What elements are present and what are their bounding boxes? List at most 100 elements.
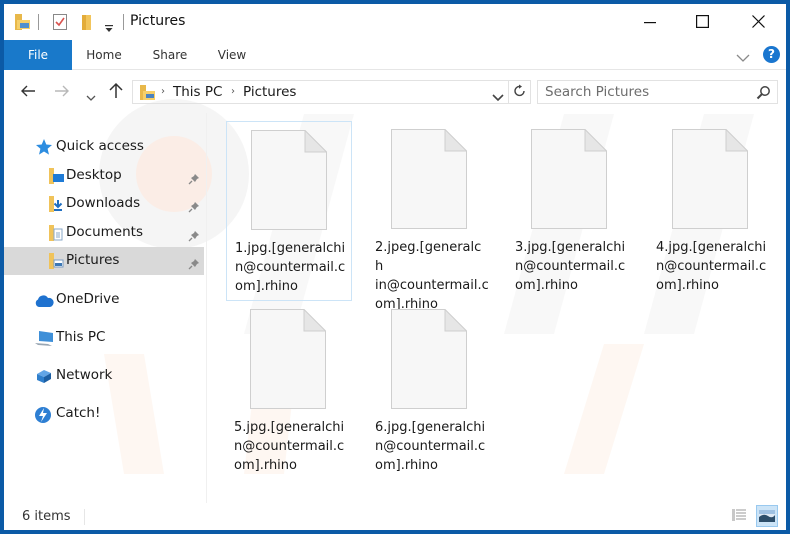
pin-icon[interactable] <box>188 255 200 274</box>
expand-ribbon-chevron-icon[interactable] <box>736 48 750 67</box>
file-explorer-window: Pictures File Home Share View ? › This P… <box>0 0 790 534</box>
qat-separator <box>38 14 39 30</box>
sidebar-label: Pictures <box>66 252 120 268</box>
close-icon <box>751 13 765 32</box>
sidebar-label: This PC <box>56 329 106 345</box>
file-name-line: 2.jpeg.[generalch <box>375 240 482 274</box>
file-name-line: 5.jpg.[generalchi <box>234 420 345 435</box>
close-button[interactable] <box>735 4 781 40</box>
file-name-line: 4.jpg.[generalchi <box>656 240 767 255</box>
sidebar-label: Desktop <box>66 167 122 183</box>
sidebar-item-quick-access[interactable]: Quick access <box>4 133 204 161</box>
blank-file-icon <box>531 129 607 229</box>
file-name: 5.jpg.[generalchi n@countermail.c om].rhin… <box>234 418 348 475</box>
file-item[interactable]: 3.jpg.[generalchi n@countermail.c om].rhin… <box>507 121 633 301</box>
search-placeholder: Search Pictures <box>545 84 650 100</box>
back-arrow-icon[interactable] <box>20 83 36 102</box>
file-item[interactable]: 1.jpg.[generalchi n@countermail.c om].rhin… <box>226 121 352 301</box>
item-count: 6 items <box>22 509 71 524</box>
sidebar-item-documents[interactable]: Documents <box>4 219 204 247</box>
file-item[interactable]: 6.jpg.[generalchi n@countermail.c om].rhin… <box>367 301 493 481</box>
blank-file-icon <box>672 129 748 229</box>
ribbon-tabs: File Home Share View ? <box>4 40 786 70</box>
catch-icon <box>34 406 52 428</box>
file-name-line: om].rhino <box>515 278 578 293</box>
window-title: Pictures <box>130 13 186 29</box>
minimize-icon <box>644 13 656 32</box>
blank-file-icon <box>391 309 467 409</box>
sidebar-label: Catch! <box>56 405 101 421</box>
status-bar: 6 items <box>4 503 786 530</box>
tab-share[interactable]: Share <box>144 40 196 70</box>
file-name-line: n@countermail.c <box>235 260 346 275</box>
maximize-button[interactable] <box>679 4 725 40</box>
large-icons-view-button[interactable] <box>756 505 778 527</box>
file-name-line: n@countermail.c <box>656 259 767 274</box>
navigation-pane: Quick access Desktop Downloads Documents <box>4 113 206 503</box>
downloads-folder-icon <box>48 196 64 216</box>
breadcrumb-chevron-icon: › <box>161 86 165 97</box>
file-item[interactable]: 5.jpg.[generalchi n@countermail.c om].rhin… <box>226 301 352 481</box>
refresh-icon <box>513 83 527 102</box>
customize-dropdown-icon[interactable] <box>104 18 114 37</box>
sidebar-item-downloads[interactable]: Downloads <box>4 190 204 218</box>
forward-arrow-icon[interactable] <box>54 83 70 102</box>
file-name-line: om].rhino <box>375 458 438 473</box>
sidebar-item-network[interactable]: Network <box>4 362 204 390</box>
sidebar-item-catch[interactable]: Catch! <box>4 400 204 428</box>
pin-icon[interactable] <box>188 198 200 217</box>
file-name-line: 3.jpg.[generalchi <box>515 240 626 255</box>
breadcrumb-chevron-icon: › <box>231 86 235 97</box>
file-item[interactable]: 2.jpeg.[generalch in@countermail.c om].rhi… <box>367 121 493 312</box>
breadcrumb-this-pc[interactable]: This PC <box>173 84 222 100</box>
file-name-line: n@countermail.c <box>515 259 626 274</box>
pane-divider[interactable] <box>206 113 207 503</box>
blank-file-icon <box>251 130 327 230</box>
address-dropdown-icon[interactable] <box>492 87 504 106</box>
sidebar-label: Quick access <box>56 138 144 154</box>
recent-locations-chevron-icon[interactable] <box>86 87 96 106</box>
breadcrumb-pictures[interactable]: Pictures <box>243 84 296 100</box>
tab-home[interactable]: Home <box>78 40 130 70</box>
sidebar-item-this-pc[interactable]: This PC <box>4 324 204 352</box>
documents-folder-icon <box>48 225 64 245</box>
file-name-line: om].rhino <box>656 278 719 293</box>
search-icon[interactable] <box>756 85 771 104</box>
pictures-location-icon <box>139 84 157 105</box>
tab-view[interactable]: View <box>208 40 256 70</box>
sidebar-label: Downloads <box>66 195 141 211</box>
new-folder-icon[interactable] <box>80 13 94 35</box>
search-input[interactable]: Search Pictures <box>537 80 778 104</box>
folder-properties-icon[interactable] <box>14 13 32 35</box>
details-view-icon <box>731 507 747 526</box>
maximize-icon <box>695 13 709 32</box>
sidebar-label: Network <box>56 367 113 383</box>
help-icon[interactable]: ? <box>763 46 780 63</box>
minimize-button[interactable] <box>627 4 673 40</box>
sidebar-item-desktop[interactable]: Desktop <box>4 162 204 190</box>
navigation-bar: › This PC › Pictures Search Pictures <box>4 71 786 113</box>
file-name-line: om].rhino <box>234 458 297 473</box>
pin-icon[interactable] <box>188 170 200 189</box>
refresh-button[interactable] <box>509 80 531 104</box>
blank-file-icon <box>250 309 326 409</box>
network-icon <box>34 368 54 389</box>
sidebar-label: OneDrive <box>56 291 120 307</box>
details-view-button[interactable] <box>728 505 750 527</box>
checkmark-properties-icon[interactable] <box>52 13 68 35</box>
file-name: 6.jpg.[generalchi n@countermail.c om].rhin… <box>375 418 489 475</box>
file-name: 1.jpg.[generalchi n@countermail.c om].rhin… <box>235 239 349 296</box>
up-arrow-icon[interactable] <box>109 82 123 103</box>
qat-separator <box>123 14 124 30</box>
sidebar-item-pictures[interactable]: Pictures <box>4 247 204 275</box>
pin-icon[interactable] <box>188 227 200 246</box>
sidebar-item-onedrive[interactable]: OneDrive <box>4 286 204 314</box>
tab-file[interactable]: File <box>4 40 72 70</box>
file-name-line: om].rhino <box>235 279 298 294</box>
onedrive-cloud-icon <box>34 293 54 312</box>
desktop-folder-icon <box>48 168 64 188</box>
sidebar-label: Documents <box>66 224 143 240</box>
file-name-line: n@countermail.c <box>234 439 345 454</box>
file-item[interactable]: 4.jpg.[generalchi n@countermail.c om].rhin… <box>648 121 774 301</box>
address-bar[interactable]: › This PC › Pictures <box>132 80 509 104</box>
